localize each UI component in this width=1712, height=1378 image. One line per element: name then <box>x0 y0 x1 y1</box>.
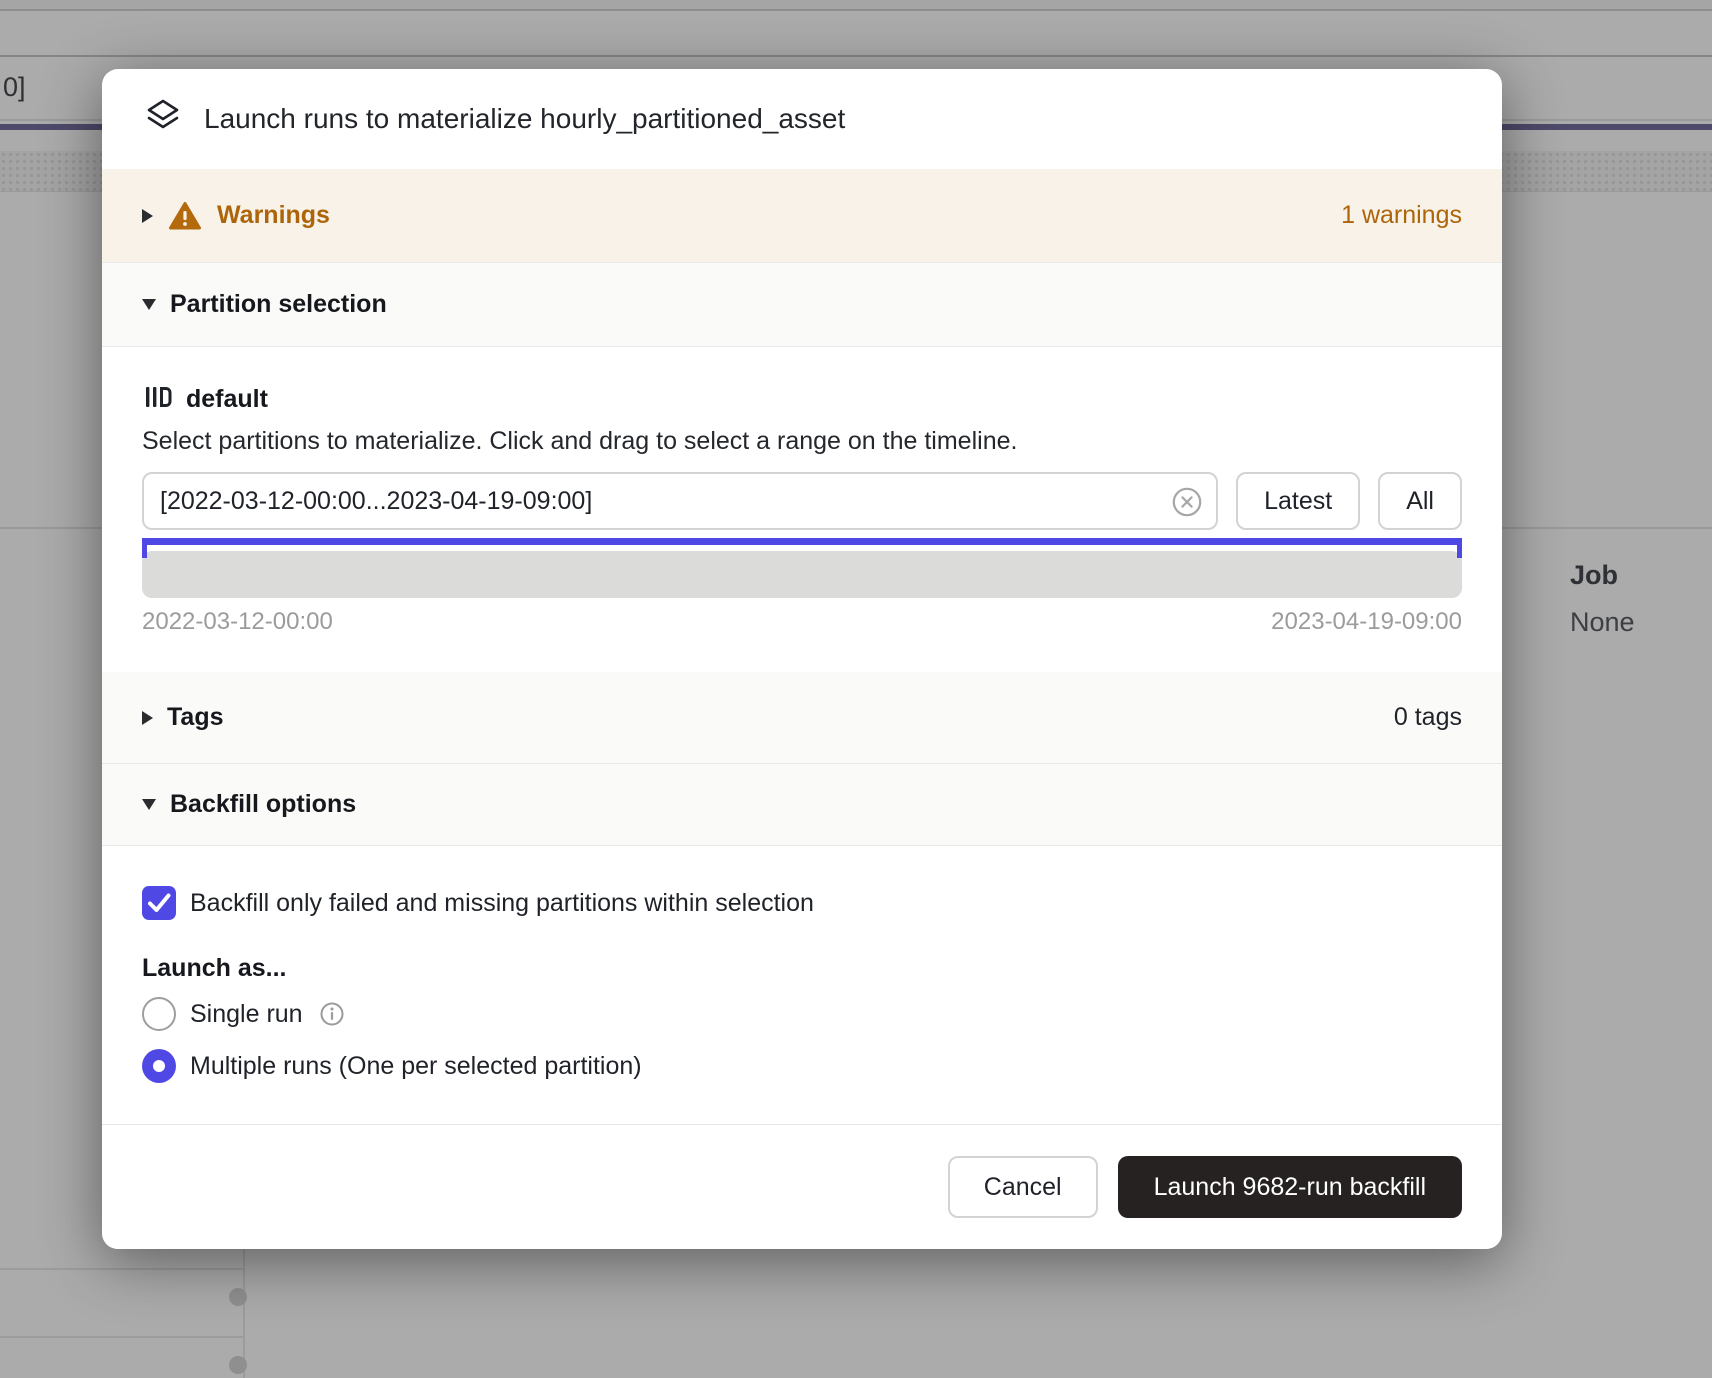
latest-button[interactable]: Latest <box>1236 472 1360 530</box>
caret-down-icon <box>142 299 156 310</box>
backfill-only-failed-row: Backfill only failed and missing partiti… <box>142 886 1462 920</box>
timeline-start-label: 2022-03-12-00:00 <box>142 608 333 636</box>
background-row-divider <box>0 1268 243 1270</box>
caret-right-icon <box>142 209 153 223</box>
warnings-count: 1 warnings <box>1341 201 1462 230</box>
launch-backfill-button[interactable]: Launch 9682-run backfill <box>1118 1156 1462 1218</box>
partition-timeline[interactable] <box>142 551 1462 598</box>
caret-right-icon <box>142 711 153 725</box>
radio-single-run-label: Single run <box>190 1000 303 1029</box>
background-job-column: Job None <box>1570 560 1635 638</box>
backfill-options-header: Backfill options <box>170 790 356 819</box>
info-icon[interactable] <box>319 1001 345 1027</box>
background-row-divider <box>0 1336 243 1338</box>
radio-multiple-runs-label: Multiple runs (One per selected partitio… <box>190 1052 642 1081</box>
background-status-dot <box>229 1356 247 1374</box>
partition-selection-description: Select partitions to materialize. Click … <box>142 427 1462 456</box>
radio-single-run[interactable] <box>142 997 176 1031</box>
caret-down-icon <box>142 799 156 810</box>
warnings-label: Warnings <box>217 201 330 230</box>
clear-selection-icon[interactable] <box>1170 485 1204 519</box>
screen: 0] Job None Launch runs to materialize h… <box>0 0 1712 1378</box>
timeline-date-labels: 2022-03-12-00:00 2023-04-19-09:00 <box>142 608 1462 636</box>
partition-selection-header: Partition selection <box>170 290 387 319</box>
partition-selection-body: default Select partitions to materialize… <box>102 347 1502 672</box>
asset-layers-icon <box>142 96 184 143</box>
all-button[interactable]: All <box>1378 472 1462 530</box>
partition-range-input-wrap <box>142 472 1218 530</box>
dialog-footer: Cancel Launch 9682-run backfill <box>102 1124 1502 1249</box>
radio-multiple-runs[interactable] <box>142 1049 176 1083</box>
partition-selection-toggle[interactable]: Partition selection <box>102 262 1502 347</box>
tags-header: Tags <box>167 703 224 732</box>
tags-count: 0 tags <box>1394 703 1462 732</box>
job-column-header: Job <box>1570 560 1635 591</box>
tags-section-toggle[interactable]: Tags 0 tags <box>102 672 1502 764</box>
warning-triangle-icon <box>169 201 201 231</box>
background-divider <box>0 55 1712 57</box>
backfill-options-toggle[interactable]: Backfill options <box>102 764 1502 846</box>
dialog-header: Launch runs to materialize hourly_partit… <box>102 69 1502 169</box>
job-column-value: None <box>1570 607 1635 638</box>
launch-backfill-dialog: Launch runs to materialize hourly_partit… <box>102 69 1502 1249</box>
backfill-options-body: Backfill only failed and missing partiti… <box>102 846 1502 1124</box>
cancel-button[interactable]: Cancel <box>948 1156 1098 1218</box>
partition-dimension-icon <box>142 381 174 418</box>
background-top-band <box>0 0 1712 11</box>
partition-range-input[interactable] <box>144 487 1216 516</box>
dialog-title: Launch runs to materialize hourly_partit… <box>204 103 845 135</box>
dimension-row: default <box>142 383 1462 415</box>
radio-single-run-row: Single run <box>142 997 1462 1031</box>
background-input-fragment: 0] <box>3 72 26 103</box>
warnings-section-toggle[interactable]: Warnings 1 warnings <box>102 169 1502 262</box>
checkbox-label: Backfill only failed and missing partiti… <box>190 889 814 918</box>
partition-range-row: Latest All <box>142 472 1462 530</box>
timeline-end-label: 2023-04-19-09:00 <box>1271 608 1462 636</box>
checkbox-backfill-only-failed[interactable] <box>142 886 176 920</box>
launch-as-label: Launch as... <box>142 954 1462 983</box>
dimension-name: default <box>186 385 268 414</box>
radio-multiple-runs-row: Multiple runs (One per selected partitio… <box>142 1049 1462 1083</box>
background-status-dot <box>229 1288 247 1306</box>
selected-range-indicator <box>142 538 1462 545</box>
